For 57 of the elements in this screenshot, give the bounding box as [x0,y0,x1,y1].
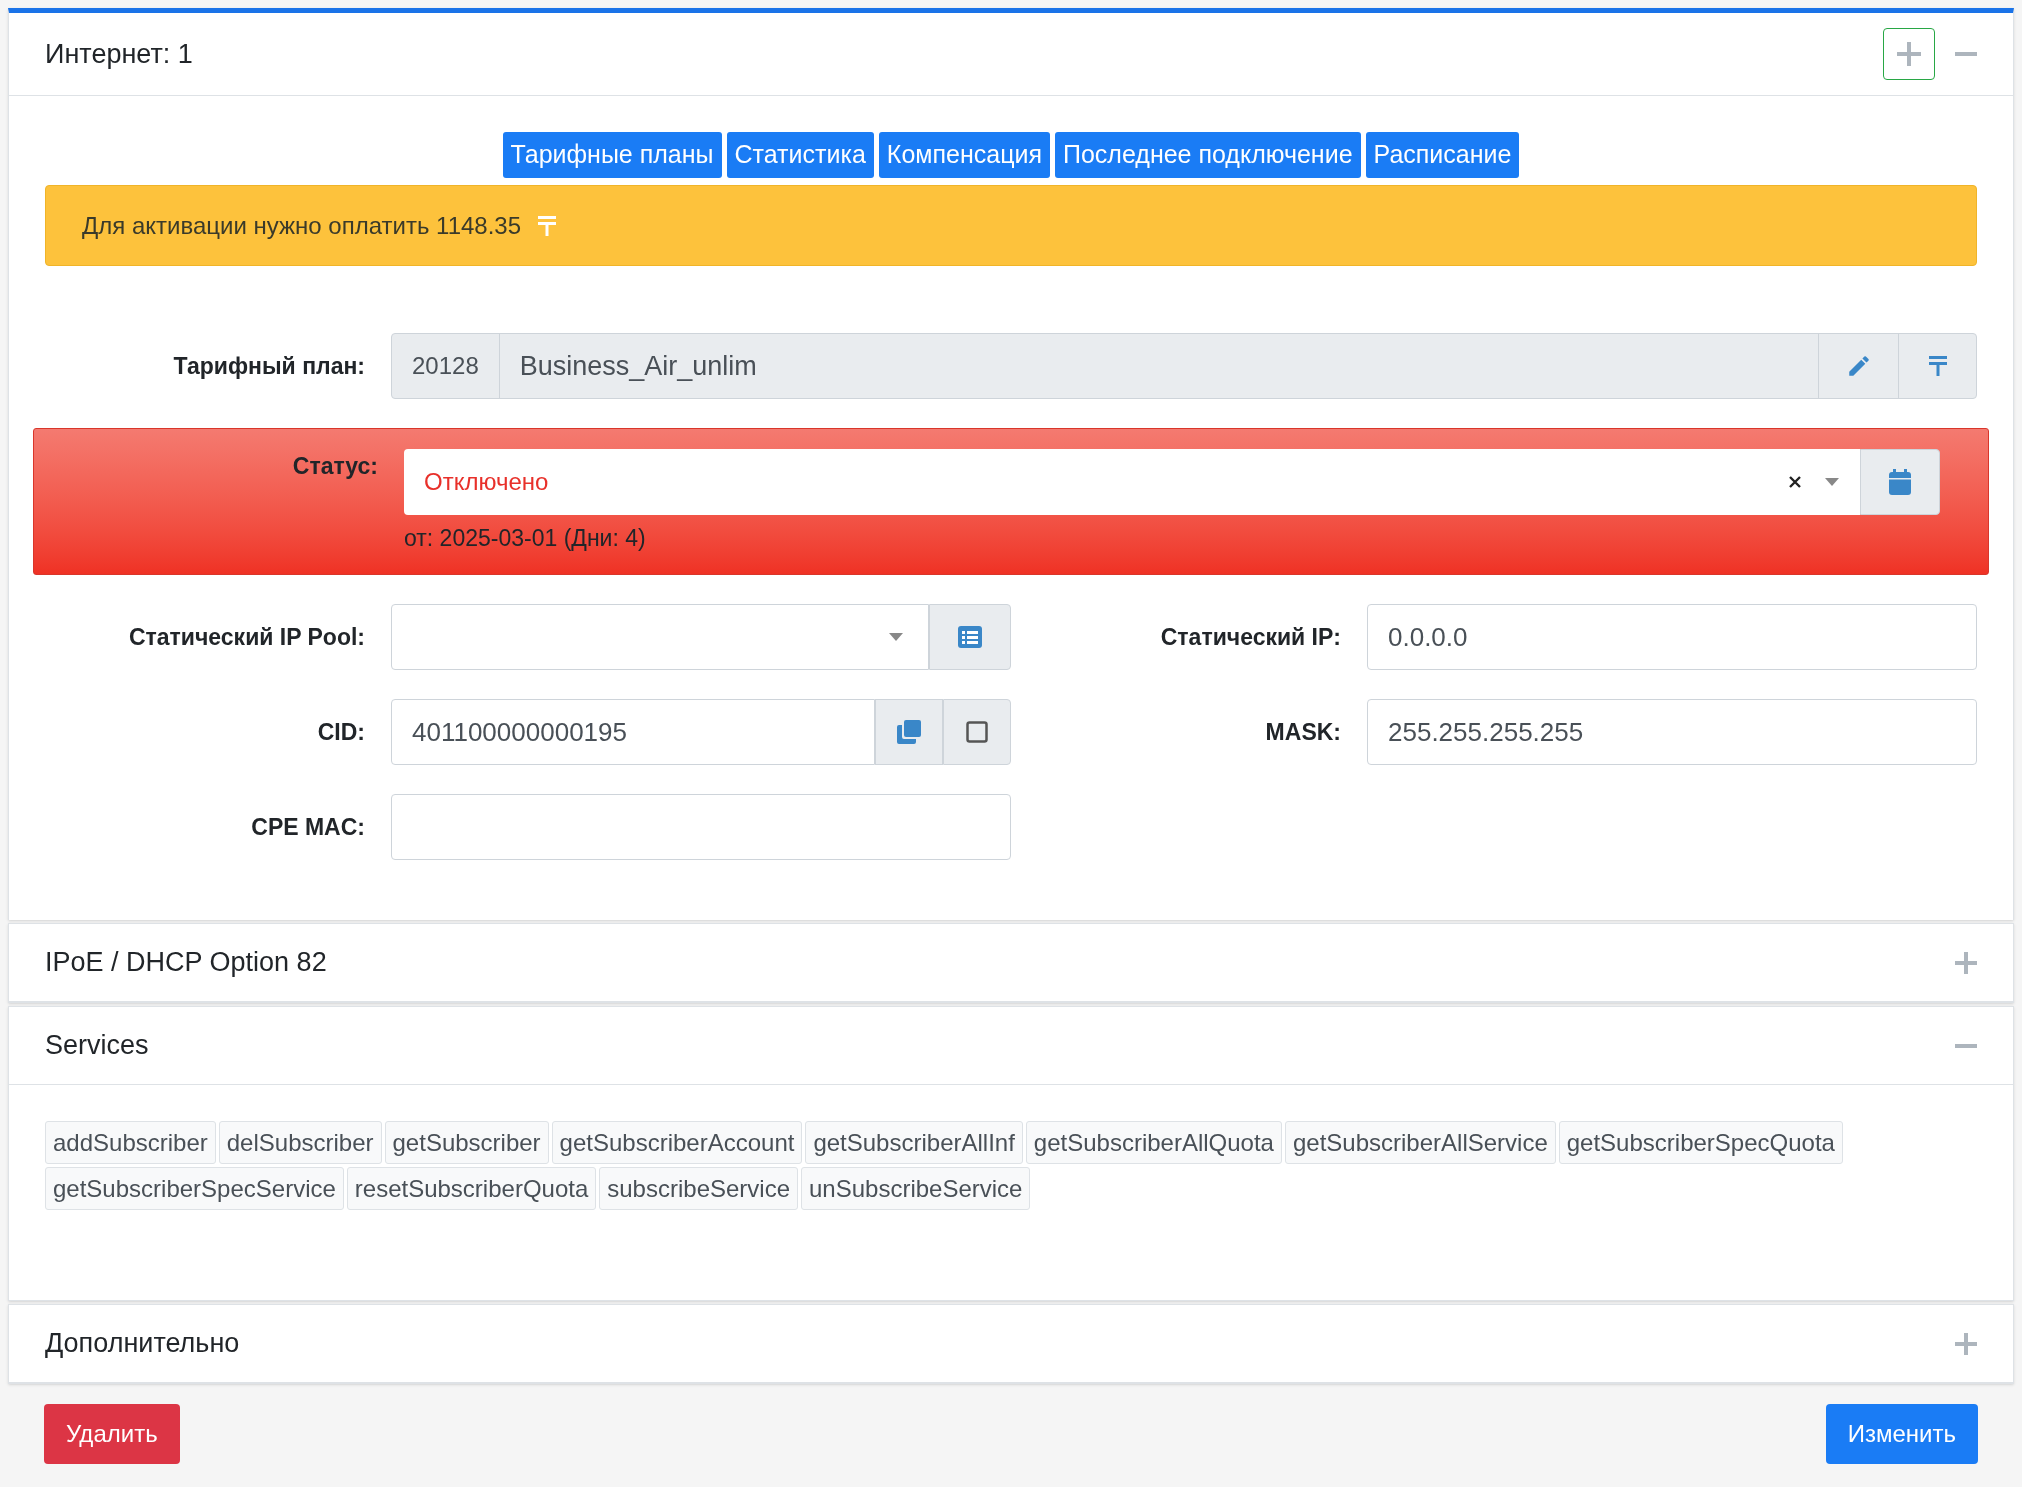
service-tag: getSubscriberAllQuota [1025,1121,1282,1164]
tenge-icon [537,214,558,237]
square-icon[interactable] [966,721,988,743]
service-tag: getSubscriberSpecQuota [1558,1121,1843,1164]
panel-title: Интернет: 1 [45,37,193,71]
field-label: Тарифный план: [172,351,366,381]
plus-icon[interactable] [1955,951,1977,974]
plus-icon[interactable] [1955,1332,1977,1355]
text-field[interactable]: 255.255.255.255 [1367,699,1977,765]
tab-button[interactable]: Компенсация [878,132,1050,178]
service-tag: getSubscriberAllService [1284,1121,1556,1164]
list-icon [958,626,982,648]
service-tag: getSubscriberSpecService [45,1167,344,1210]
calendar-button[interactable] [1860,449,1940,515]
calendar-icon [1888,469,1912,495]
status-select[interactable]: Отключено [404,449,1860,515]
service-tag: getSubscriberAccount [551,1121,803,1164]
copy-icon [896,719,922,745]
service-tag: resetSubscriberQuota [346,1167,597,1210]
field-label: CPE MAC: [250,812,366,842]
text-field[interactable]: 0.0.0.0 [1367,604,1977,670]
field-label: Статус: [291,452,379,481]
copy-button[interactable] [875,699,943,765]
field-label: MASK: [1264,717,1342,747]
tariff-name: Business_Air_unlim [518,349,758,383]
section-title[interactable]: Дополнительно [45,1323,240,1364]
plus-icon [1897,42,1921,66]
tariff-code: 20128 [392,334,500,398]
field-label: Статический IP Pool: [127,622,366,652]
service-tag: getSubscriber [384,1121,549,1164]
service-tag: delSubscriber [218,1121,382,1164]
service-tag: addSubscriber [45,1121,216,1164]
list-button[interactable] [929,604,1011,670]
tab-button[interactable]: Расписание [1365,132,1520,178]
tab-button[interactable]: Тарифные планы [502,132,722,178]
add-button[interactable] [1883,28,1935,80]
alert-text: Для активации нужно оплатить 1148.35 [82,210,522,241]
edit-button[interactable]: Изменить [1825,1404,1978,1464]
tariff-field[interactable]: 20128 Business_Air_unlim [391,333,1977,399]
checkbox-button[interactable] [943,699,1011,765]
delete-button[interactable]: Удалить [44,1404,180,1464]
tenge-icon [1927,355,1948,377]
service-tag: subscribeService [599,1167,798,1210]
tab-button[interactable]: Статистика [726,132,874,178]
caret-icon [888,632,904,642]
section-title[interactable]: IPoE / DHCP Option 82 [45,942,327,983]
service-tag: unSubscribeService [801,1167,1031,1210]
cpe-mac-field[interactable] [391,794,1011,860]
cid-field[interactable]: 401100000000195 [391,699,875,765]
service-tag: getSubscriberAllInf [805,1121,1023,1164]
field-label: CID: [316,717,366,747]
status-since: от: 2025-03-01 (Дни: 4) [404,524,647,553]
tab-button[interactable]: Последнее подключение [1055,132,1361,178]
field-label: Статический IP: [1159,622,1342,652]
clear-icon[interactable] [1788,475,1802,489]
caret-icon [1824,477,1840,487]
section-title[interactable]: Services [45,1025,149,1066]
